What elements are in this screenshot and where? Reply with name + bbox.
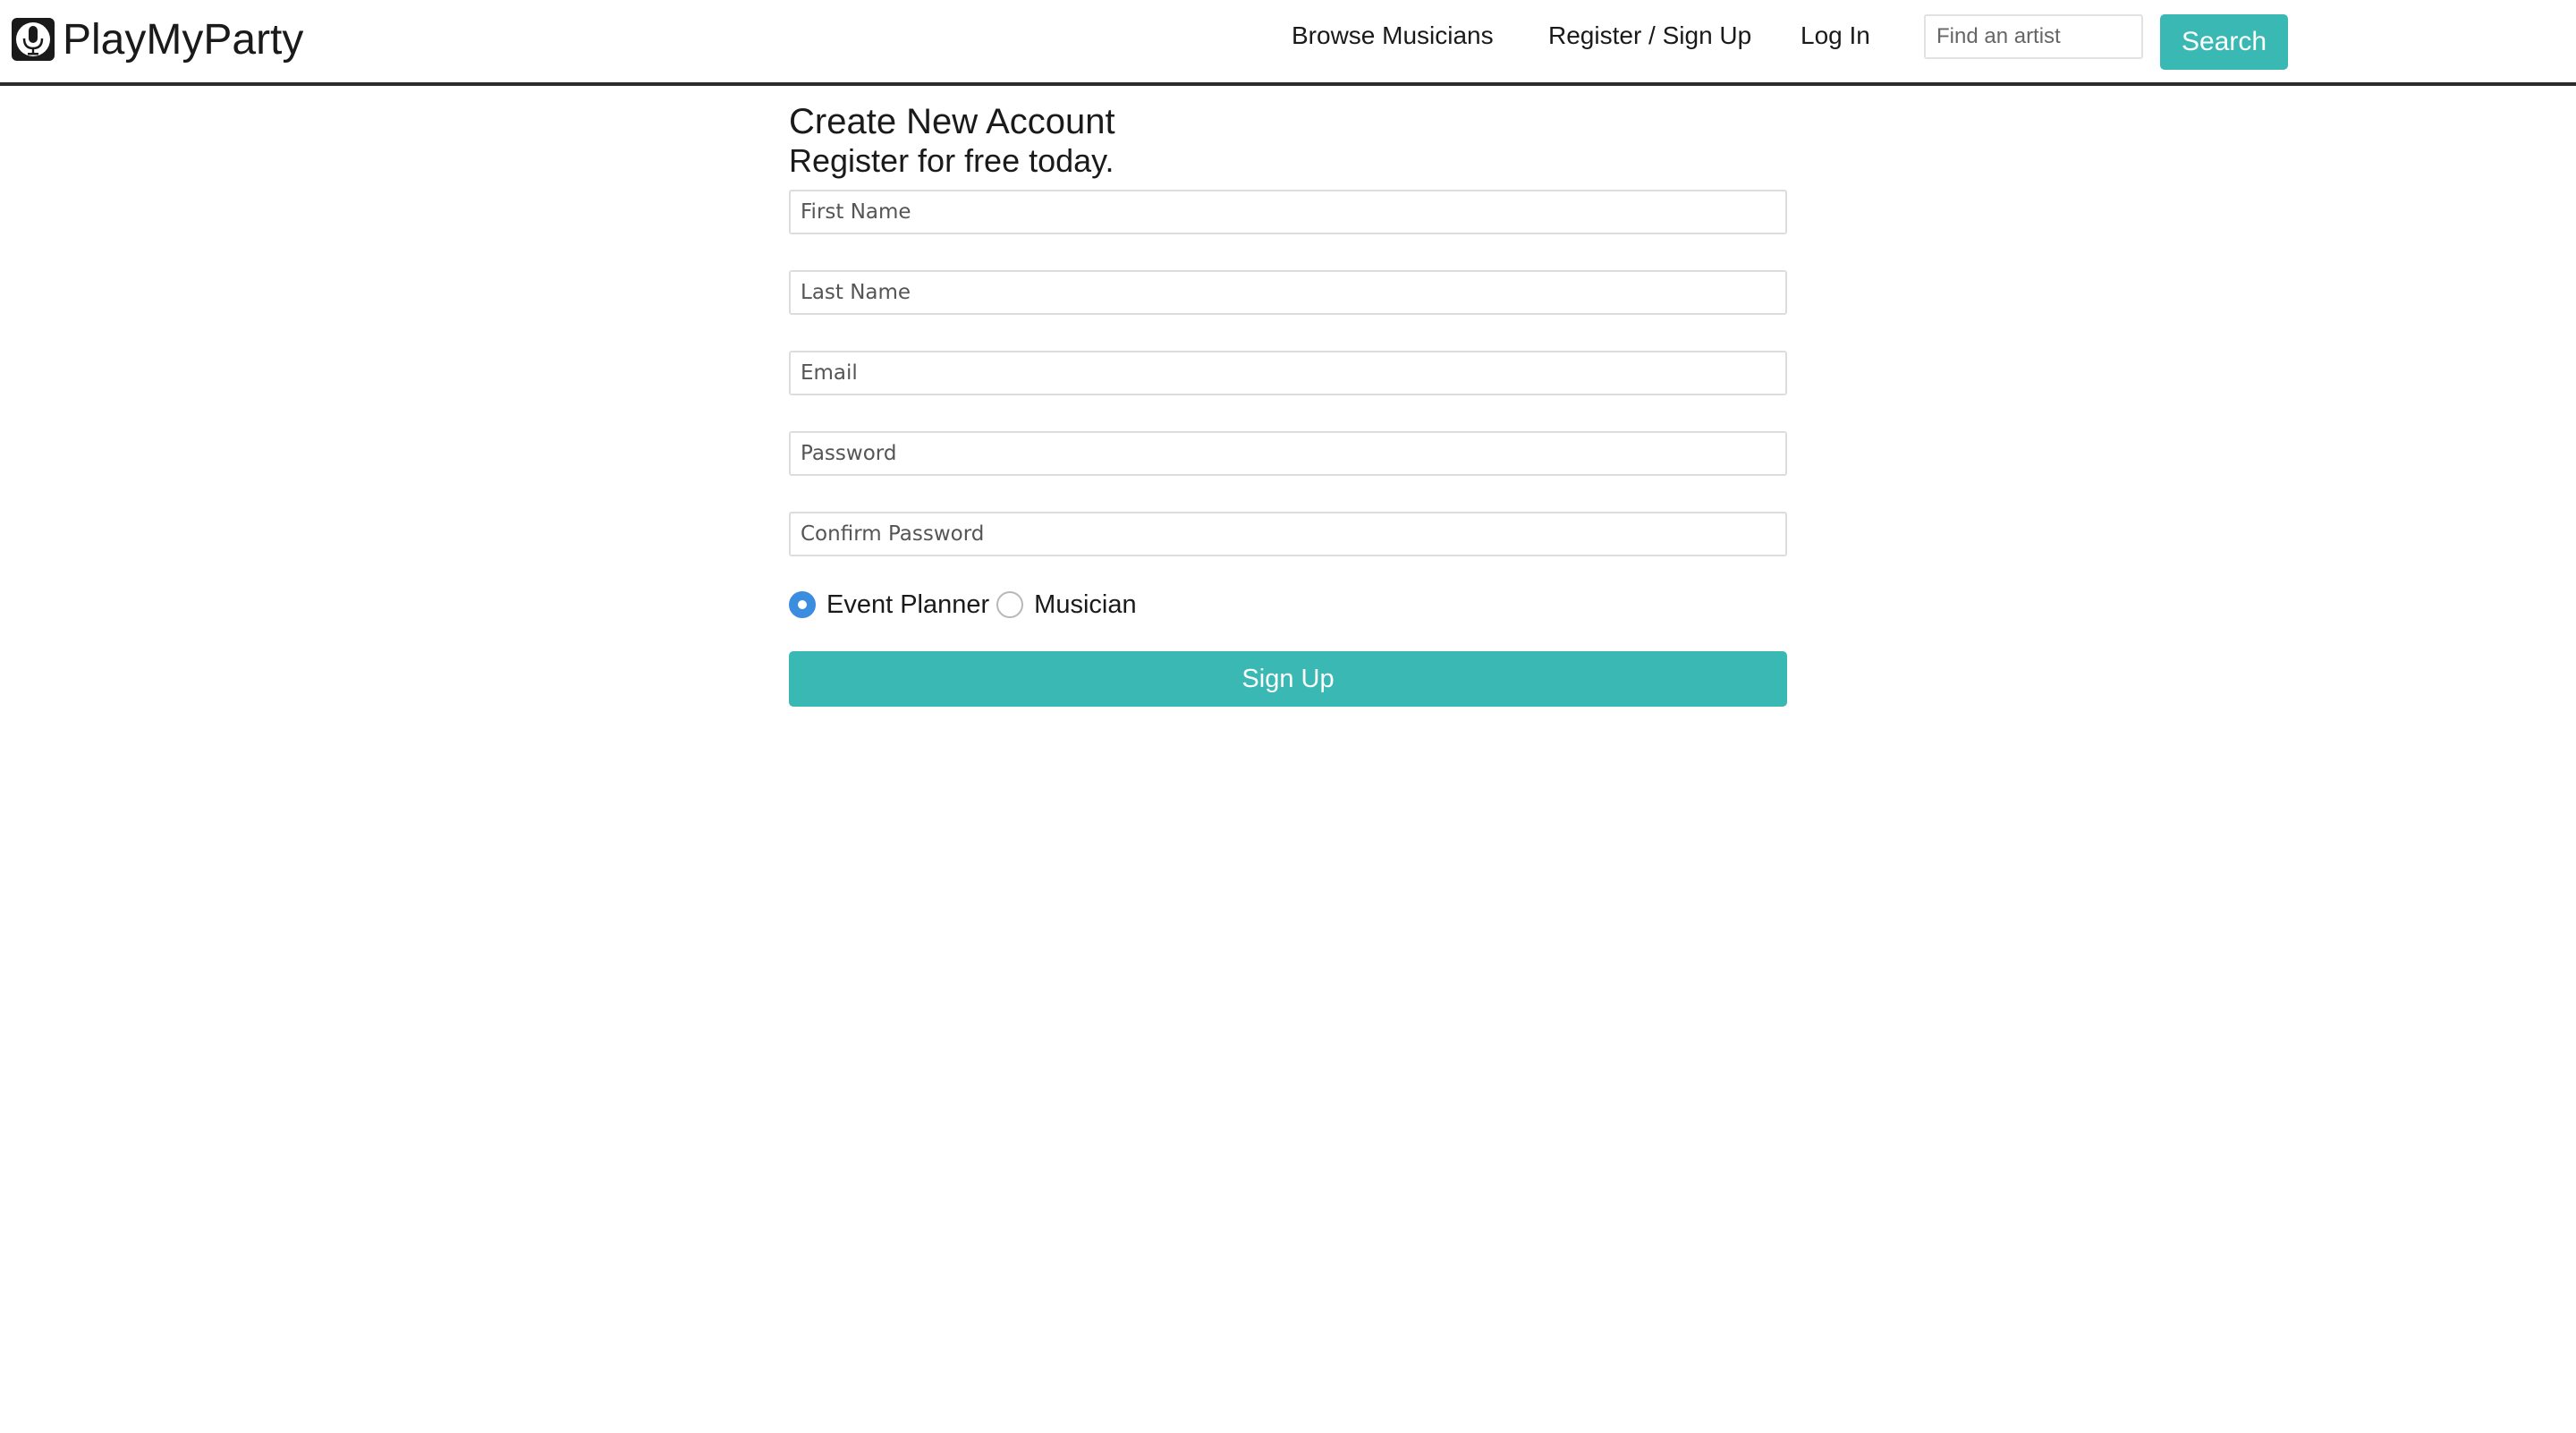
signup-form: Create New Account Register for free tod…	[789, 100, 1787, 707]
confirm-password-field[interactable]	[789, 512, 1787, 556]
brand[interactable]: PlayMyParty	[11, 13, 303, 66]
nav-log-in[interactable]: Log In	[1801, 16, 1870, 55]
event-planner-label[interactable]: Event Planner	[826, 590, 989, 620]
page-title: Create New Account	[789, 102, 1115, 141]
account-type-radio-group: Event Planner Musician	[789, 587, 1144, 623]
event-planner-radio[interactable]	[789, 591, 816, 618]
nav-browse-musicians[interactable]: Browse Musicians	[1292, 16, 1494, 55]
musician-radio[interactable]	[996, 591, 1024, 618]
first-name-field[interactable]	[789, 190, 1787, 234]
last-name-field[interactable]	[789, 270, 1787, 315]
sign-up-button[interactable]: Sign Up	[789, 651, 1787, 707]
search-button[interactable]: Search	[2160, 14, 2288, 70]
musician-label[interactable]: Musician	[1034, 590, 1136, 620]
page-subtitle: Register for free today.	[789, 142, 1114, 179]
brand-name: PlayMyParty	[63, 15, 304, 64]
nav-register-sign-up[interactable]: Register / Sign Up	[1548, 16, 1751, 55]
top-navbar: PlayMyParty Browse Musicians Register / …	[0, 0, 2576, 86]
search-input[interactable]	[1924, 14, 2143, 59]
password-field[interactable]	[789, 431, 1787, 476]
microphone-icon	[11, 17, 55, 62]
email-field[interactable]	[789, 351, 1787, 395]
